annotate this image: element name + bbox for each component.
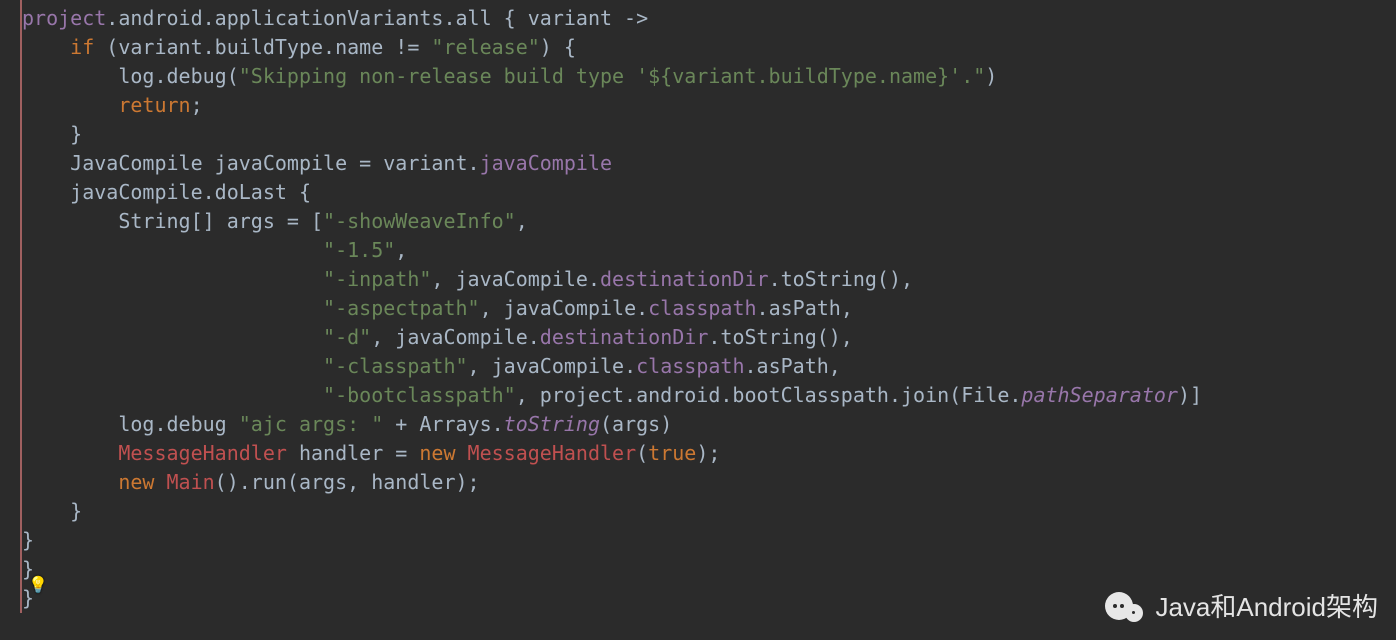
string: "ajc args: " xyxy=(239,412,384,436)
code-line[interactable]: "-aspectpath", javaCompile.classpath.asP… xyxy=(22,294,1396,323)
code-line[interactable]: project.android.applicationVariants.all … xyxy=(22,4,1396,33)
t: String[] args = [ xyxy=(22,209,323,233)
t: ); xyxy=(696,441,720,465)
t: , javaCompile. xyxy=(431,267,600,291)
string: "-classpath" xyxy=(323,354,468,378)
t: log.debug( xyxy=(22,64,239,88)
code-line[interactable]: return; xyxy=(22,91,1396,120)
intention-bulb-icon[interactable]: 💡 xyxy=(28,570,48,599)
t: , project.android.bootClasspath.join(Fil… xyxy=(516,383,1022,407)
code-line[interactable]: "-inpath", javaCompile.destinationDir.to… xyxy=(22,265,1396,294)
t: )] xyxy=(1178,383,1202,407)
code-line[interactable]: "-classpath", javaCompile.classpath.asPa… xyxy=(22,352,1396,381)
code-line[interactable]: } xyxy=(22,120,1396,149)
code-line[interactable]: "-d", javaCompile.destinationDir.toStrin… xyxy=(22,323,1396,352)
code-editor[interactable]: project.android.applicationVariants.all … xyxy=(20,0,1396,613)
t: , javaCompile. xyxy=(480,296,649,320)
t xyxy=(22,267,323,291)
property: classpath xyxy=(648,296,756,320)
code-line[interactable]: log.debug("Skipping non-release build ty… xyxy=(22,62,1396,91)
t xyxy=(22,35,70,59)
t xyxy=(22,93,118,117)
t xyxy=(455,441,467,465)
t: } xyxy=(22,528,34,552)
string: "release" xyxy=(431,35,539,59)
code-line[interactable]: log.debug "ajc args: " + Arrays.toString… xyxy=(22,410,1396,439)
code-line[interactable]: "-1.5", xyxy=(22,236,1396,265)
string: "-bootclasspath" xyxy=(323,383,516,407)
t: .toString(), xyxy=(708,325,853,349)
t: handler = xyxy=(287,441,419,465)
t: (args) xyxy=(600,412,672,436)
property: toString xyxy=(504,412,600,436)
watermark-text: Java和Android架构 xyxy=(1155,593,1378,622)
property: javaCompile xyxy=(480,151,612,175)
t xyxy=(22,325,323,349)
class-name: MessageHandler xyxy=(118,441,287,465)
watermark: Java和Android架构 xyxy=(1105,592,1378,622)
code-line[interactable]: } xyxy=(22,497,1396,526)
keyword-if: if xyxy=(70,35,94,59)
t: ) xyxy=(985,64,997,88)
t: .toString(), xyxy=(769,267,914,291)
t: } xyxy=(22,122,82,146)
t: ( xyxy=(636,441,648,465)
code-line[interactable]: String[] args = ["-showWeaveInfo", xyxy=(22,207,1396,236)
string: "-1.5" xyxy=(323,238,395,262)
code-line[interactable]: if (variant.buildType.name != "release")… xyxy=(22,33,1396,62)
string: "-inpath" xyxy=(323,267,431,291)
wechat-icon xyxy=(1105,592,1145,622)
code-line[interactable]: MessageHandler handler = new MessageHand… xyxy=(22,439,1396,468)
t: + Arrays. xyxy=(383,412,503,436)
t xyxy=(154,470,166,494)
class-name: Main xyxy=(167,470,215,494)
code-line[interactable]: "-bootclasspath", project.android.bootCl… xyxy=(22,381,1396,410)
t: .asPath, xyxy=(744,354,840,378)
t: , javaCompile. xyxy=(468,354,637,378)
t: JavaCompile javaCompile = variant. xyxy=(22,151,480,175)
t: project xyxy=(22,6,106,30)
string: "Skipping non-release build type '${vari… xyxy=(239,64,986,88)
code-line[interactable]: } xyxy=(22,526,1396,555)
keyword-new: new xyxy=(118,470,154,494)
t xyxy=(22,470,118,494)
t: .asPath, xyxy=(757,296,853,320)
t xyxy=(22,383,323,407)
string: "-showWeaveInfo" xyxy=(323,209,516,233)
property: destinationDir xyxy=(600,267,769,291)
t: log.debug xyxy=(22,412,239,436)
code-line[interactable]: JavaCompile javaCompile = variant.javaCo… xyxy=(22,149,1396,178)
keyword-new: new xyxy=(419,441,455,465)
t: ().run(args, handler); xyxy=(215,470,480,494)
t: (variant.buildType.name != xyxy=(94,35,431,59)
code-line[interactable]: } xyxy=(22,555,1396,584)
t: javaCompile.doLast { xyxy=(22,180,311,204)
t: .android.applicationVariants.all { varia… xyxy=(106,6,648,30)
class-name: MessageHandler xyxy=(468,441,637,465)
t: , xyxy=(516,209,528,233)
code-line[interactable]: javaCompile.doLast { xyxy=(22,178,1396,207)
t: } xyxy=(22,499,82,523)
t xyxy=(22,441,118,465)
string: "-d" xyxy=(323,325,371,349)
property: destinationDir xyxy=(540,325,709,349)
t xyxy=(22,354,323,378)
t: , javaCompile. xyxy=(371,325,540,349)
t: ; xyxy=(191,93,203,117)
t: , xyxy=(395,238,407,262)
keyword-true: true xyxy=(648,441,696,465)
t xyxy=(22,238,323,262)
property: pathSeparator xyxy=(1021,383,1178,407)
property: classpath xyxy=(636,354,744,378)
string: "-aspectpath" xyxy=(323,296,480,320)
code-line[interactable]: new Main().run(args, handler); xyxy=(22,468,1396,497)
keyword-return: return xyxy=(118,93,190,117)
t xyxy=(22,296,323,320)
t: ) { xyxy=(540,35,576,59)
